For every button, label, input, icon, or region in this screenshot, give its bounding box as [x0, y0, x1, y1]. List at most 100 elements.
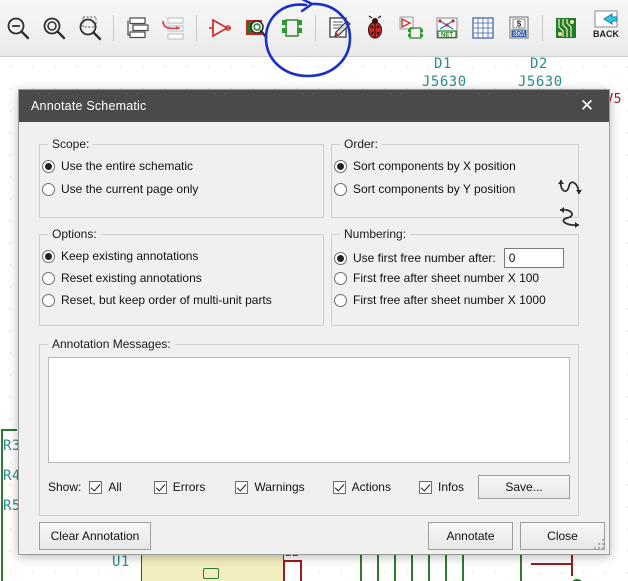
dialog-button-bar: Clear Annotation Annotate Close: [39, 522, 605, 550]
options-label-reset-keep-order: Reset, but keep order of multi-unit part…: [61, 293, 272, 307]
bom-icon-text: BOM: [512, 31, 526, 37]
options-label-keep-existing: Keep existing annotations: [61, 249, 199, 263]
scope-label-current-page: Use the current page only: [61, 182, 199, 196]
schematic-label-j5630-1: J5630: [422, 74, 467, 90]
symbol-browser-icon[interactable]: [240, 8, 272, 48]
clear-annotation-button[interactable]: Clear Annotation: [39, 522, 151, 550]
numbering-radio-first-free[interactable]: [334, 251, 347, 265]
schematic-diode-wire-2: [571, 554, 573, 576]
schematic-wire-r2: [283, 560, 301, 562]
filter-warnings[interactable]: Warnings: [235, 480, 305, 494]
separator-1: [113, 15, 114, 41]
zoom-out-icon[interactable]: [2, 8, 34, 48]
options-group: Options: Keep existing annotations Reset…: [39, 227, 324, 326]
order-legend: Order:: [340, 137, 383, 151]
numbering-radio-sheet-x100[interactable]: [334, 271, 347, 285]
back-annotate-icon[interactable]: BACK: [586, 8, 626, 48]
schematic-wire-left-top: [1, 429, 17, 431]
show-label: Show:: [48, 480, 82, 494]
numbering-item-sheet-x1000[interactable]: First free after sheet number X 1000: [334, 293, 546, 307]
filter-all[interactable]: All: [89, 480, 122, 494]
close-icon[interactable]: ✕: [565, 90, 609, 122]
scope-option-entire-schematic[interactable]: Use the entire schematic: [42, 159, 193, 173]
order-radio-sort-y[interactable]: [334, 182, 347, 196]
options-item-reset-existing[interactable]: Reset existing annotations: [42, 271, 202, 285]
scope-option-current-page[interactable]: Use the current page only: [42, 182, 198, 196]
pcb-layout-icon[interactable]: [550, 8, 582, 48]
annotation-messages-textarea[interactable]: [48, 357, 570, 463]
close-button[interactable]: Close: [520, 522, 605, 550]
annotate-schematic-dialog[interactable]: Annotate Schematic ✕ Scope: Use the enti…: [18, 89, 610, 555]
order-label-sort-y: Sort components by Y position: [353, 182, 516, 196]
sort-y-icon: [559, 207, 580, 228]
netlist-icon[interactable]: NET: [431, 8, 463, 48]
options-legend: Options:: [48, 227, 101, 241]
filter-actions-label: Actions: [351, 480, 391, 494]
filter-errors-checkbox[interactable]: [153, 480, 167, 494]
first-free-number-input[interactable]: 0: [503, 248, 564, 268]
schematic-label-u1: U1: [112, 554, 130, 570]
dialog-body: Scope: Use the entire schematic Use the …: [19, 122, 609, 550]
filter-infos[interactable]: Infos: [418, 480, 464, 494]
edit-symbol-fields-icon[interactable]: [467, 8, 499, 48]
order-radio-sort-x[interactable]: [334, 159, 347, 173]
leave-sheet-icon[interactable]: [157, 8, 189, 48]
scope-radio-current-page[interactable]: [42, 182, 55, 196]
numbering-item-first-free[interactable]: Use first free number after: 0: [334, 248, 564, 268]
zoom-fit-icon[interactable]: [38, 8, 70, 48]
options-radio-keep-existing[interactable]: [42, 249, 55, 263]
scope-radio-entire-schematic[interactable]: [42, 159, 55, 173]
back-annotate-label: BACK: [593, 29, 619, 39]
filter-infos-checkbox[interactable]: [418, 480, 432, 494]
schematic-wire-left: [1, 431, 3, 581]
annotation-messages-group: Annotation Messages: Show: All Errors Wa…: [39, 337, 579, 516]
order-option-sort-x[interactable]: Sort components by X position: [334, 159, 516, 173]
separator-2: [196, 15, 197, 41]
annotate-button[interactable]: Annotate: [428, 522, 513, 550]
order-group: Order: Sort components by X position Sor…: [331, 137, 579, 218]
filter-actions-checkbox[interactable]: [332, 480, 346, 494]
scope-label-entire-schematic: Use the entire schematic: [61, 159, 194, 173]
schematic-label-j5630-2: J5630: [518, 74, 563, 90]
erc-bug-icon[interactable]: [359, 8, 391, 48]
numbering-radio-sheet-x1000[interactable]: [334, 293, 347, 307]
annotation-messages-textarea-wrap[interactable]: [48, 357, 570, 463]
filter-all-label: All: [108, 480, 122, 494]
separator-3: [315, 15, 316, 41]
schematic-label-d1: D1: [434, 56, 452, 72]
scope-legend: Scope:: [48, 137, 94, 151]
numbering-label-first-free: Use first free number after:: [353, 251, 496, 265]
numbering-label-sheet-x100: First free after sheet number X 100: [353, 271, 540, 285]
assign-footprints-icon[interactable]: [395, 8, 427, 48]
options-radio-reset-existing[interactable]: [42, 271, 55, 285]
sort-x-icon: [558, 179, 582, 195]
filter-actions[interactable]: Actions: [332, 480, 391, 494]
netlist-icon-text: NET: [441, 33, 453, 39]
symbol-editor-icon[interactable]: [204, 8, 236, 48]
schematic-pin-marker: [203, 568, 219, 579]
bom-icon[interactable]: $ BOM: [503, 8, 535, 48]
resize-grip[interactable]: [594, 539, 606, 551]
options-item-keep-existing[interactable]: Keep existing annotations: [42, 249, 198, 263]
options-radio-reset-keep-order[interactable]: [42, 293, 55, 307]
order-label-sort-x: Sort components by X position: [353, 159, 516, 173]
annotation-messages-legend: Annotation Messages:: [48, 337, 175, 351]
navigate-hierarchy-icon[interactable]: [121, 8, 153, 48]
numbering-group: Numbering: Use first free number after: …: [331, 227, 579, 326]
footprint-editor-icon[interactable]: [276, 8, 308, 48]
main-toolbar[interactable]: NET $ BOM BACK: [0, 0, 628, 78]
options-label-reset-existing: Reset existing annotations: [61, 271, 202, 285]
dialog-titlebar[interactable]: Annotate Schematic ✕: [19, 90, 609, 122]
order-option-sort-y[interactable]: Sort components by Y position: [334, 182, 515, 196]
filter-errors[interactable]: Errors: [153, 480, 205, 494]
scope-group: Scope: Use the entire schematic Use the …: [39, 137, 324, 218]
zoom-area-icon[interactable]: [74, 8, 106, 48]
numbering-item-sheet-x100[interactable]: First free after sheet number X 100: [334, 271, 539, 285]
schematic-wire-r1: [283, 560, 285, 581]
numbering-label-sheet-x1000: First free after sheet number X 1000: [353, 293, 546, 307]
filter-all-checkbox[interactable]: [89, 480, 103, 494]
options-item-reset-keep-order[interactable]: Reset, but keep order of multi-unit part…: [42, 293, 272, 307]
annotate-icon[interactable]: [323, 8, 355, 48]
save-messages-button[interactable]: Save...: [478, 475, 570, 499]
filter-warnings-checkbox[interactable]: [235, 480, 249, 494]
